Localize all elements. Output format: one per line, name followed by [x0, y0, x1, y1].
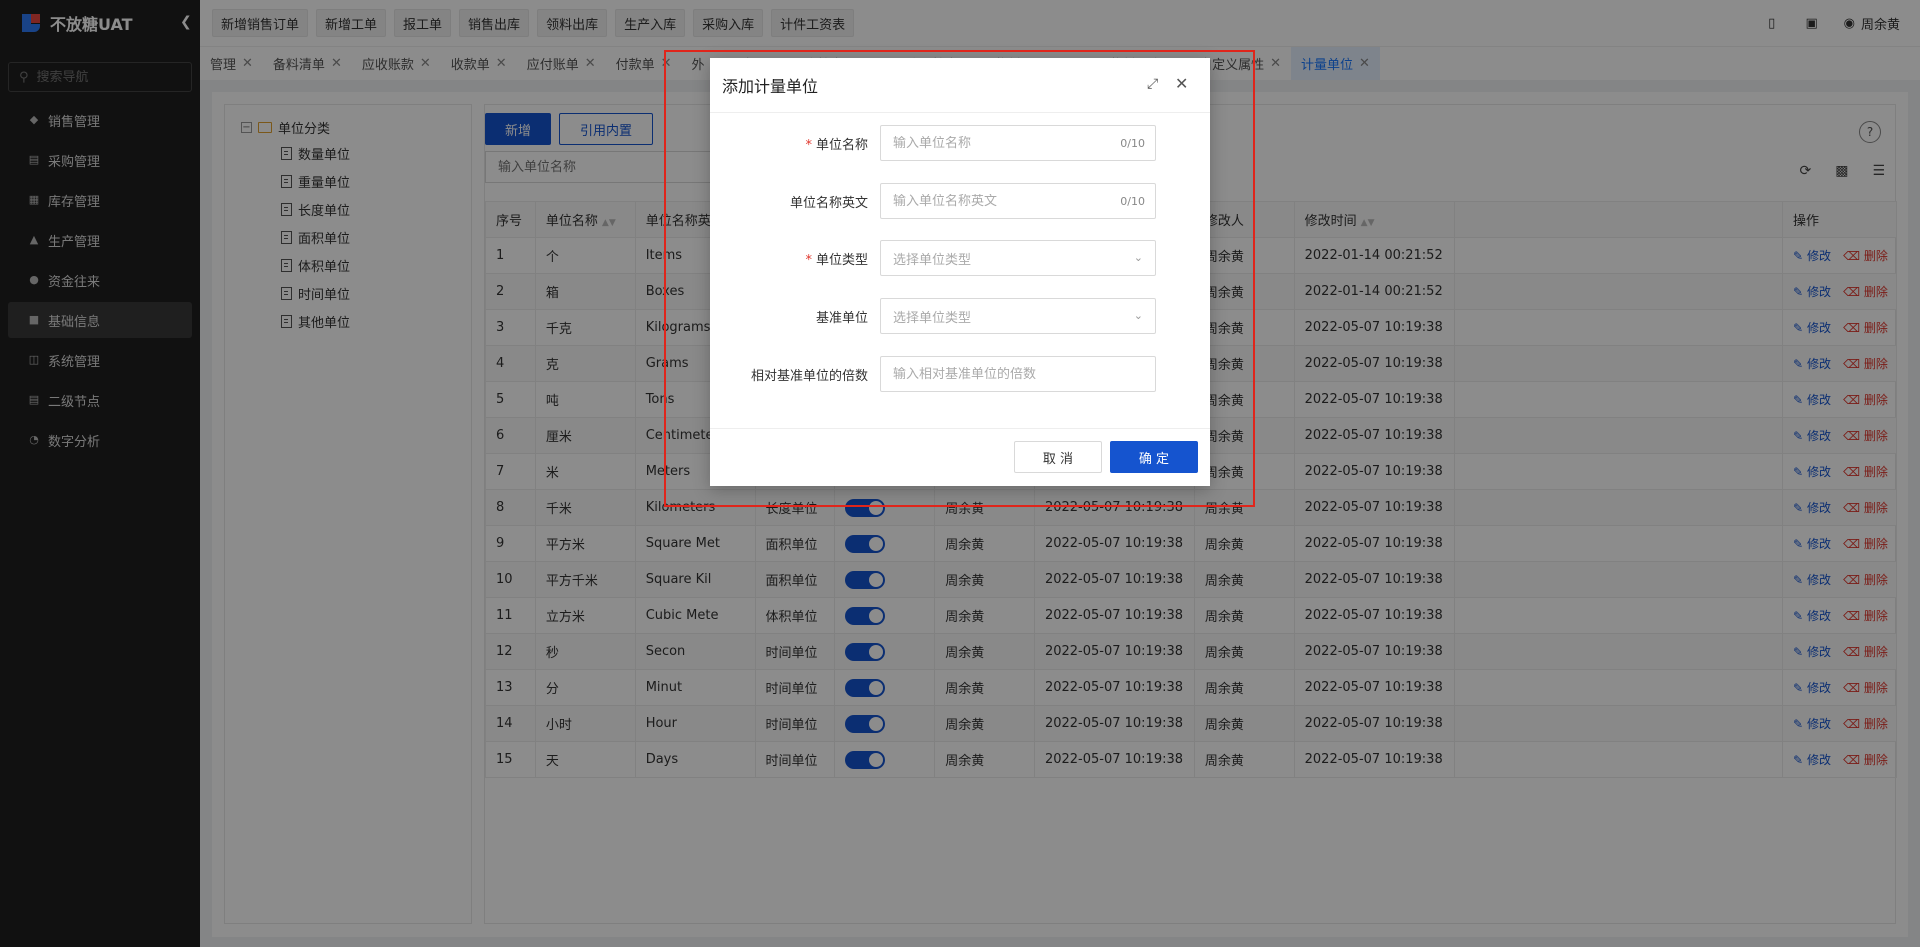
- select-placeholder: 选择单位类型: [893, 252, 972, 268]
- form-row: 相对基准单位的倍数: [710, 356, 1210, 392]
- form-row: 基准单位 选择单位类型 ⌄: [710, 298, 1210, 334]
- chevron-down-icon: ⌄: [1133, 309, 1143, 322]
- unit-select[interactable]: 选择单位类型 ⌄: [880, 298, 1156, 334]
- field-wrapper: 0/10: [880, 183, 1156, 219]
- confirm-button[interactable]: 确 定: [1110, 441, 1198, 473]
- field-wrapper: [880, 356, 1156, 392]
- required-mark: *: [805, 137, 812, 153]
- form-label: * 单位名称: [805, 137, 868, 153]
- form-label: 基准单位: [815, 310, 868, 326]
- field-wrapper: 0/10: [880, 125, 1156, 161]
- dialog-header: 添加计量单位 ⤢ ✕: [710, 58, 1210, 113]
- cancel-button[interactable]: 取 消: [1014, 441, 1102, 473]
- form-input[interactable]: [893, 135, 1093, 151]
- form-input[interactable]: [893, 366, 1093, 382]
- form-input[interactable]: [893, 193, 1093, 209]
- form-row: * 单位类型 选择单位类型 ⌄: [710, 240, 1210, 276]
- close-icon[interactable]: ✕: [1175, 74, 1188, 93]
- form-label: 相对基准单位的倍数: [750, 368, 868, 384]
- dialog-title: 添加计量单位: [722, 77, 819, 96]
- add-unit-dialog: 添加计量单位 ⤢ ✕ *单位名称0/10单位名称英文0/10*单位类型选择单位类…: [710, 58, 1210, 486]
- form-row: 单位名称英文 0/10: [710, 183, 1210, 219]
- char-counter: 0/10: [1120, 136, 1145, 150]
- form-label: * 单位类型: [805, 252, 868, 268]
- required-mark: *: [805, 252, 812, 268]
- dialog-footer: 取 消 确 定: [710, 428, 1210, 486]
- select-placeholder: 选择单位类型: [893, 310, 972, 326]
- form-row: *单位名称 0/10: [710, 125, 1210, 161]
- chevron-down-icon: ⌄: [1133, 251, 1143, 264]
- fullscreen-icon[interactable]: ⤢: [1147, 76, 1158, 92]
- form-label: 单位名称英文: [789, 195, 868, 211]
- unit-select[interactable]: 选择单位类型 ⌄: [880, 240, 1156, 276]
- char-counter: 0/10: [1120, 194, 1145, 208]
